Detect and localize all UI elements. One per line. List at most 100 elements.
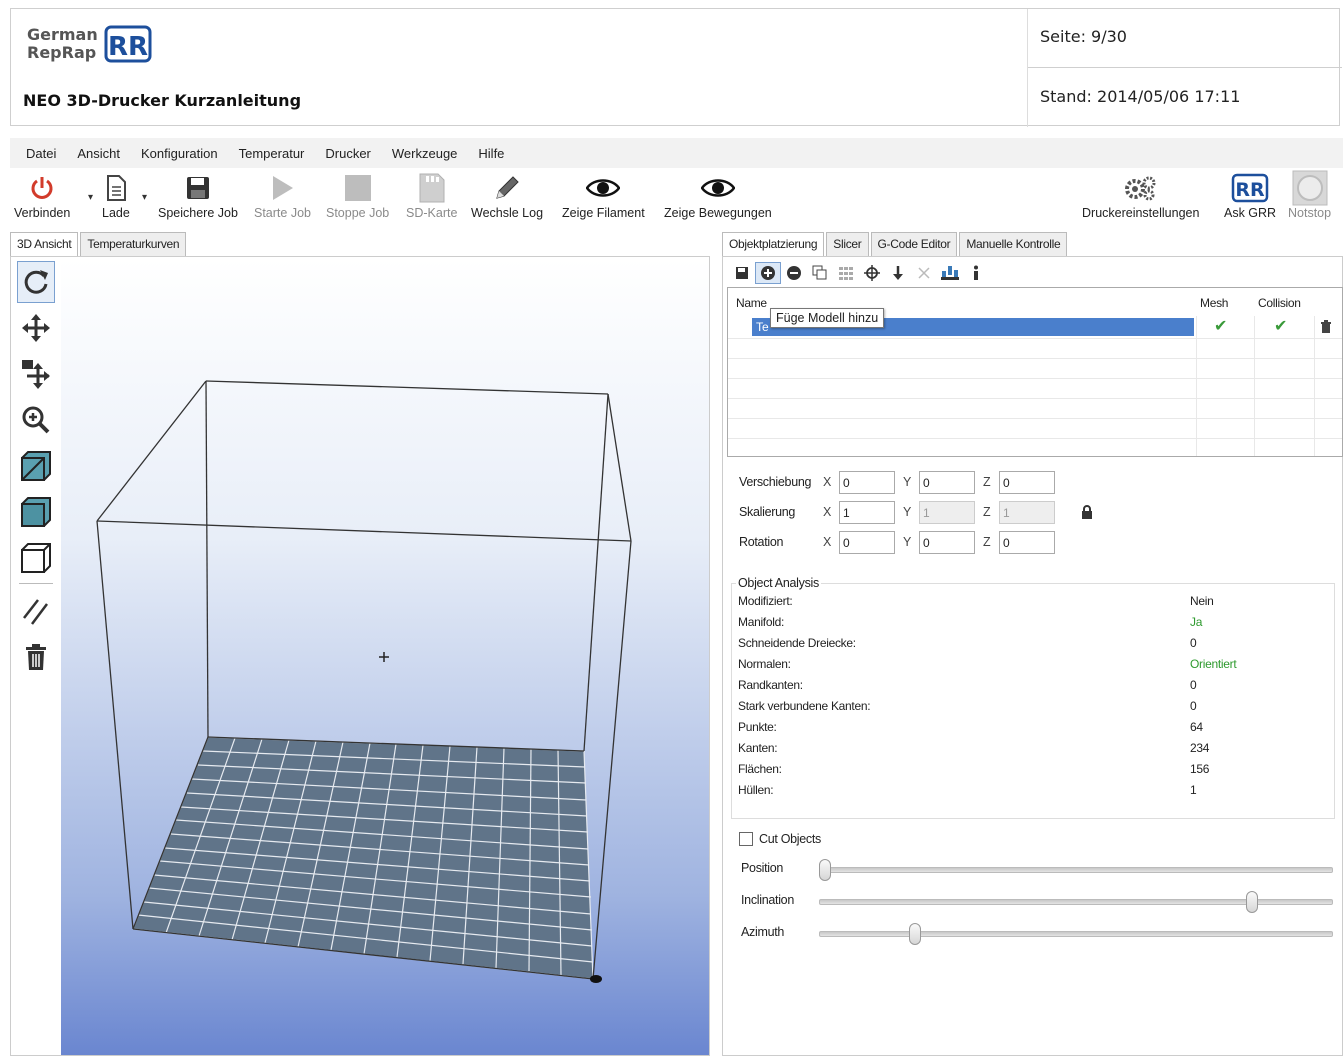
menu-werkzeuge[interactable]: Werkzeuge <box>392 146 458 161</box>
tab-temperature-curves[interactable]: Temperaturkurven <box>80 232 187 256</box>
analysis-row: Schneidende Dreiecke: 0 <box>738 636 1328 656</box>
object-toolbar <box>729 261 989 285</box>
3d-canvas[interactable] <box>61 259 709 1055</box>
object-info-button[interactable] <box>963 262 989 284</box>
tab-3d-view[interactable]: 3D Ansicht <box>10 232 79 256</box>
3d-view-panel <box>10 256 710 1056</box>
save-job-button[interactable]: Speichere Job <box>158 170 238 220</box>
copy-model-button[interactable] <box>807 262 833 284</box>
remove-model-button[interactable] <box>781 262 807 284</box>
sd-card-button[interactable]: SD-Karte <box>406 170 457 220</box>
trash-icon[interactable] <box>1320 320 1332 333</box>
cut-objects-checkbox[interactable] <box>739 832 753 846</box>
rotate-view-button[interactable] <box>17 261 55 303</box>
emergency-stop-button[interactable]: Notstop <box>1288 170 1331 220</box>
printer-settings-button[interactable]: Druckereinstellungen <box>1082 170 1199 220</box>
load-dropdown-icon[interactable]: ▾ <box>142 192 147 203</box>
axis-y-label: Y <box>903 475 912 489</box>
position-slider[interactable] <box>819 859 1333 881</box>
isometric-view-button[interactable] <box>17 445 55 487</box>
autoplace-button[interactable] <box>833 262 859 284</box>
slider-thumb[interactable] <box>909 923 921 945</box>
menu-bar: Datei Ansicht Konfiguration Temperatur D… <box>10 138 1343 168</box>
ask-grr-label: Ask GRR <box>1224 206 1277 220</box>
move-object-button[interactable] <box>17 353 55 395</box>
save-objects-button[interactable] <box>729 262 755 284</box>
top-view-button[interactable] <box>17 537 55 579</box>
analysis-row: Punkte: 64 <box>738 720 1328 740</box>
copy-icon <box>812 265 827 280</box>
tab-manual-control[interactable]: Manuelle Kontrolle <box>959 232 1068 256</box>
connect-label: Verbinden <box>14 206 71 220</box>
pencil-icon <box>493 170 521 206</box>
stop-job-button[interactable]: Stoppe Job <box>326 170 389 220</box>
column-collision[interactable]: Collision <box>1258 296 1301 310</box>
divider <box>728 378 1342 379</box>
logo-line-2: RepRap <box>27 43 97 62</box>
connect-dropdown-icon[interactable]: ▾ <box>88 192 93 203</box>
origin-marker <box>590 975 602 983</box>
tab-slicer[interactable]: Slicer <box>826 232 869 256</box>
center-object-button[interactable] <box>859 262 885 284</box>
rotation-y-field[interactable] <box>919 531 975 554</box>
menu-konfiguration[interactable]: Konfiguration <box>141 146 218 161</box>
analysis-row: Flächen: 156 <box>738 762 1328 782</box>
translation-z-field[interactable] <box>999 471 1055 494</box>
object-analysis-title: Object Analysis <box>736 576 821 590</box>
translation-y-field[interactable] <box>919 471 975 494</box>
analysis-row: Randkanten: 0 <box>738 678 1328 698</box>
add-circle-icon <box>761 266 775 280</box>
axis-x-label: X <box>823 475 832 489</box>
info-icon <box>974 265 978 280</box>
land-object-button[interactable] <box>937 262 963 284</box>
zoom-button[interactable] <box>17 399 55 441</box>
menu-hilfe[interactable]: Hilfe <box>478 146 504 161</box>
rotation-x-field[interactable] <box>839 531 895 554</box>
document-icon <box>104 170 128 206</box>
azimuth-slider[interactable] <box>819 923 1333 945</box>
menu-drucker[interactable]: Drucker <box>325 146 371 161</box>
start-job-button[interactable]: Starte Job <box>254 170 311 220</box>
parallel-projection-button[interactable] <box>17 590 55 632</box>
move-view-button[interactable] <box>17 307 55 349</box>
front-view-button[interactable] <box>17 491 55 533</box>
menu-ansicht[interactable]: Ansicht <box>77 146 120 161</box>
menu-temperatur[interactable]: Temperatur <box>239 146 305 161</box>
rotation-z-field[interactable] <box>999 531 1055 554</box>
analysis-key: Flächen: <box>738 762 782 776</box>
toggle-log-button[interactable]: Wechsle Log <box>471 170 543 220</box>
center-icon <box>864 265 880 281</box>
add-model-button[interactable] <box>755 262 781 284</box>
split-object-button[interactable] <box>911 262 937 284</box>
floppy-disk-icon <box>736 267 748 279</box>
analysis-row: Modifiziert: Nein <box>738 594 1328 614</box>
slider-thumb[interactable] <box>1246 891 1258 913</box>
tab-gcode-editor[interactable]: G-Code Editor <box>870 232 958 256</box>
sd-card-icon <box>418 170 446 206</box>
column-name[interactable]: Name <box>736 296 767 310</box>
menu-datei[interactable]: Datei <box>26 146 56 161</box>
analysis-row: Normalen: Orientiert <box>738 657 1328 677</box>
ask-grr-button[interactable]: RR Ask GRR <box>1224 170 1276 220</box>
axis-y-label: Y <box>903 505 912 519</box>
slider-thumb[interactable] <box>819 859 831 881</box>
scale-x-field[interactable] <box>839 501 895 524</box>
analysis-value: 0 <box>1190 699 1197 713</box>
mesh-ok-icon: ✔ <box>1214 318 1228 335</box>
show-moves-button[interactable]: Zeige Bewegungen <box>664 170 772 220</box>
lock-icon[interactable] <box>1081 505 1093 519</box>
connect-button[interactable]: Verbinden <box>14 170 70 220</box>
inclination-slider[interactable] <box>819 891 1333 913</box>
scale-y-field[interactable] <box>919 501 975 524</box>
translation-x-field[interactable] <box>839 471 895 494</box>
show-filament-button[interactable]: Zeige Filament <box>562 170 645 220</box>
document-meta: Seite: 9/30 Stand: 2014/05/06 17:11 <box>1027 9 1342 127</box>
load-button[interactable]: Lade <box>102 170 130 220</box>
analysis-value: Nein <box>1190 594 1214 608</box>
scale-z-field[interactable] <box>999 501 1055 524</box>
clear-plate-button[interactable] <box>17 636 55 678</box>
azimuth-label: Azimuth <box>741 925 785 939</box>
drop-object-button[interactable] <box>885 262 911 284</box>
column-mesh[interactable]: Mesh <box>1200 296 1228 310</box>
tab-object-placement[interactable]: Objektplatzierung <box>722 232 825 256</box>
